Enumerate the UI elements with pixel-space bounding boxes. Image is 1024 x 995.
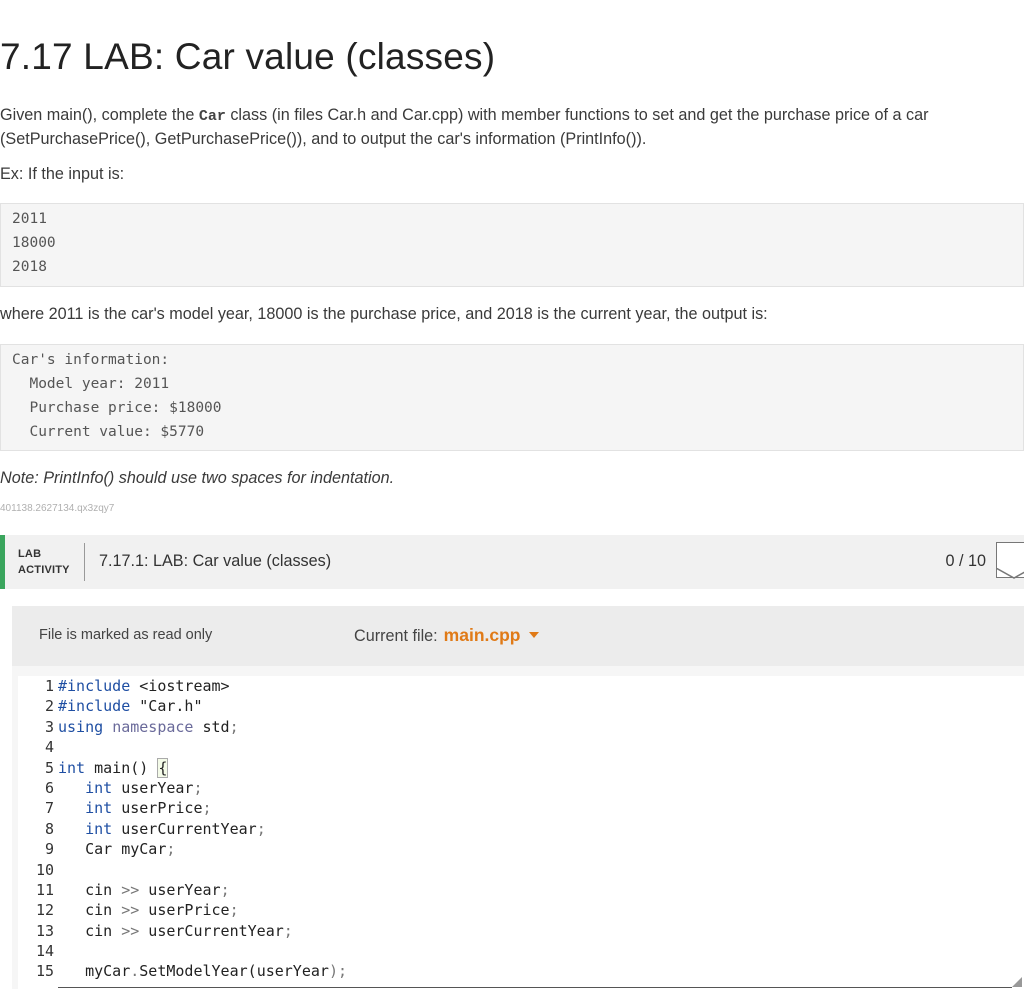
- code-line: 2 #include "Car.h": [18, 696, 203, 716]
- lab-page: 7.17 LAB: Car value (classes) Given main…: [0, 0, 1024, 995]
- output-example-block: Car's information: Model year: 2011 Purc…: [0, 344, 1024, 451]
- lab-title: 7.17.1: LAB: Car value (classes): [99, 552, 332, 570]
- resize-handle-icon[interactable]: [1012, 977, 1022, 987]
- inline-code-car: Car: [198, 108, 226, 125]
- input-line: 2011: [12, 211, 47, 227]
- content-id: 401138.2627134.qx3zqy7: [0, 503, 115, 514]
- current-file-label: Current file:: [354, 627, 438, 645]
- code-line: 9 Car myCar;: [18, 839, 175, 859]
- input-line: 2018: [12, 259, 47, 275]
- page-title: 7.17 LAB: Car value (classes): [0, 36, 496, 77]
- line-number: 13: [35, 921, 54, 940]
- readonly-notice: File is marked as read only: [39, 627, 213, 643]
- code-editor[interactable]: 1 #include <iostream> 2 #include "Car.h" 3…: [12, 666, 1024, 989]
- code-line: 5 int main() {: [18, 757, 169, 778]
- code-line: 12 cin >> userPrice;: [18, 900, 239, 920]
- output-line: Current value: $5770: [12, 424, 205, 440]
- code-line: 13 cin >> userCurrentYear;: [18, 921, 293, 941]
- output-line: Purchase price: $18000: [12, 400, 222, 416]
- line-number: 10: [35, 860, 54, 879]
- lab-score: 0 / 10: [945, 552, 986, 570]
- code-line: 11 cin >> userYear;: [18, 880, 230, 900]
- input-line: 18000: [12, 235, 56, 251]
- code-line: 3 using namespace std;: [18, 717, 239, 737]
- file-toolbar: File is marked as read only Current file…: [12, 606, 1024, 666]
- line-number: 6: [44, 778, 54, 797]
- line-number: 7: [44, 799, 54, 818]
- lab-activity-header: LAB ACTIVITY 7.17.1: LAB: Car value (cla…: [0, 535, 1024, 589]
- example-label: Ex: If the input is:: [0, 165, 125, 183]
- line-number: 11: [35, 880, 54, 899]
- code-line: 15 myCar.SetModelYear(userYear);: [18, 961, 347, 981]
- code-line: 1 #include <iostream>: [18, 676, 230, 696]
- line-number: 12: [35, 901, 54, 920]
- line-number: 4: [44, 738, 54, 757]
- current-file-name[interactable]: main.cpp: [444, 625, 521, 645]
- current-file-selector[interactable]: Current file: main.cpp: [354, 625, 539, 646]
- line-number: 2: [44, 697, 54, 716]
- code-line: 7 int userPrice;: [18, 798, 212, 818]
- note-text: Note: PrintInfo() should use two spaces …: [0, 469, 395, 487]
- editor-bottom-border: [58, 987, 1012, 988]
- code-line: 14: [18, 941, 54, 961]
- lab-tag-line2: ACTIVITY: [18, 564, 70, 576]
- where-paragraph: where 2011 is the car's model year, 1800…: [0, 305, 768, 323]
- output-line: Model year: 2011: [12, 376, 170, 392]
- lab-activity-tag: LAB ACTIVITY: [18, 546, 70, 578]
- lab-divider: [84, 543, 85, 581]
- line-number: 14: [35, 942, 54, 961]
- code-line: 4: [18, 737, 54, 757]
- line-number: 1: [44, 677, 54, 695]
- line-number: 5: [44, 758, 54, 777]
- output-line: Car's information:: [12, 352, 170, 368]
- code-line: 10: [18, 860, 54, 880]
- lab-tag-line1: LAB: [18, 548, 42, 560]
- chevron-down-icon[interactable]: [528, 631, 539, 638]
- input-example-block: 2011 18000 2018: [0, 203, 1024, 287]
- line-number: 9: [44, 840, 54, 859]
- line-number: 3: [44, 717, 54, 736]
- line-number: 8: [44, 819, 54, 838]
- line-number: 15: [35, 962, 54, 981]
- code-area[interactable]: 1 #include <iostream> 2 #include "Car.h" 3…: [18, 676, 347, 982]
- intro-paragraph: Given main(), complete the Car class (in…: [0, 104, 1000, 151]
- code-line: 8 int userCurrentYear;: [18, 819, 266, 839]
- code-line: 6 int userYear;: [18, 778, 203, 798]
- intro-text-before: Given main(), complete the: [0, 106, 199, 124]
- completion-badge-icon: [996, 542, 1024, 579]
